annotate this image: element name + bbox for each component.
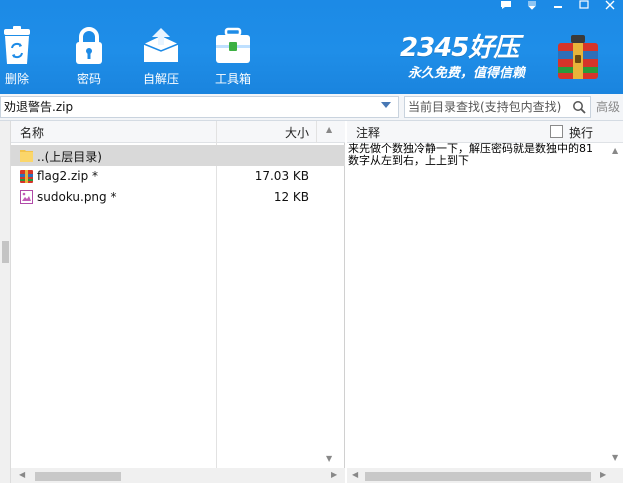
file-list: 名称 大小 ..(上层目录) flag2.zip * 17.03 KB sudo…	[11, 121, 345, 483]
delete-button[interactable]: 删除	[0, 22, 52, 88]
toolbar: 删除 密码 自解压 工具箱 2345好压 永久免费，值得信赖	[0, 0, 623, 94]
file-name: sudoku.png *	[37, 190, 117, 204]
search-input[interactable]: 当前目录查找(支持包内查找)	[404, 96, 591, 118]
brand-logo: 2345好压	[400, 33, 519, 63]
scroll-left-icon[interactable]: ◀	[352, 470, 358, 479]
folder-icon	[19, 147, 34, 166]
file-size: 17.03 KB	[254, 169, 309, 183]
file-name: flag2.zip *	[37, 169, 99, 183]
file-list-horizontal-scrollbar[interactable]: ◀ ▶	[11, 468, 345, 483]
archive-bag-icon	[555, 33, 601, 86]
horizontal-scroll-thumb[interactable]	[35, 472, 121, 481]
address-bar: 劝退警告.zip 当前目录查找(支持包内查找) 高级	[0, 94, 623, 121]
menu-down-icon[interactable]	[519, 0, 545, 16]
image-file-icon	[19, 189, 34, 208]
toolbox-button[interactable]: 工具箱	[198, 22, 268, 88]
scroll-up-icon[interactable]: ▲	[326, 125, 332, 134]
table-row[interactable]: sudoku.png * 12 KB	[11, 187, 345, 208]
table-row[interactable]: ..(上层目录)	[11, 145, 345, 166]
comment-horizontal-scrollbar[interactable]: ◀ ▶	[347, 468, 623, 483]
brand: 2345好压 永久免费，值得信赖	[400, 34, 550, 84]
comment-pane: 注释 换行 来先做个数独冷静一下，解压密码就是数独中的81 数字从左到右，上上到…	[347, 121, 623, 483]
left-scroll-thumb[interactable]	[2, 241, 9, 263]
window-controls	[493, 0, 623, 16]
column-header-size[interactable]: 大小	[285, 124, 309, 141]
comment-text[interactable]: 来先做个数独冷静一下，解压密码就是数独中的81 数字从左到右，上上到下	[348, 143, 614, 167]
file-list-header: 名称 大小	[11, 121, 345, 143]
password-label: 密码	[76, 72, 101, 86]
maximize-icon[interactable]	[571, 0, 597, 16]
advanced-search-link[interactable]: 高级	[596, 94, 620, 121]
zip-archive-icon	[19, 168, 34, 187]
self-extract-button[interactable]: 自解压	[126, 22, 196, 88]
toolbox-label: 工具箱	[214, 72, 251, 86]
scroll-left-icon[interactable]: ◀	[19, 470, 25, 479]
file-list-vertical-scrollbar[interactable]: ▲ ▼	[316, 121, 345, 468]
delete-label: 删除	[4, 72, 29, 86]
comment-header: 注释 换行	[347, 121, 623, 143]
minimize-icon[interactable]	[545, 0, 571, 16]
password-button[interactable]: 密码	[54, 22, 124, 88]
path-dropdown-icon[interactable]	[381, 102, 391, 108]
recycle-bin-icon	[0, 26, 34, 69]
brand-slogan: 永久免费，值得信赖	[408, 66, 526, 81]
search-icon[interactable]	[572, 100, 586, 117]
chat-icon[interactable]	[493, 0, 519, 16]
word-wrap-label[interactable]: 换行	[569, 124, 593, 141]
scroll-right-icon[interactable]: ▶	[331, 470, 337, 479]
self-extract-label: 自解压	[142, 72, 179, 86]
word-wrap-checkbox[interactable]	[550, 125, 563, 138]
package-upload-icon	[140, 26, 182, 69]
file-size: 12 KB	[273, 190, 309, 204]
horizontal-scroll-thumb[interactable]	[365, 472, 591, 481]
close-icon[interactable]	[597, 0, 623, 16]
scroll-down-icon[interactable]: ▼	[612, 453, 618, 462]
table-row[interactable]: flag2.zip * 17.03 KB	[11, 166, 345, 187]
file-name: ..(上层目录)	[37, 150, 102, 164]
column-header-name[interactable]: 名称	[20, 124, 44, 141]
scroll-down-icon[interactable]: ▼	[326, 454, 332, 463]
scroll-right-icon[interactable]: ▶	[600, 470, 606, 479]
comment-vertical-scrollbar[interactable]: ▲ ▼	[608, 143, 623, 468]
left-scrollbar[interactable]	[0, 121, 11, 483]
archive-path-field[interactable]: 劝退警告.zip	[0, 96, 399, 118]
comment-title: 注释	[356, 126, 381, 140]
padlock-icon	[72, 26, 106, 69]
toolbox-icon	[214, 26, 252, 69]
scroll-up-icon[interactable]: ▲	[612, 146, 618, 155]
